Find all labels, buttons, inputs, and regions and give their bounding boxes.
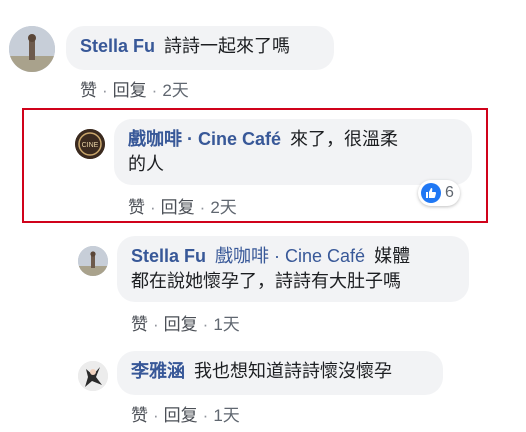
thumbs-up-icon (421, 183, 441, 203)
timestamp[interactable]: 1天 (213, 315, 239, 334)
like-button[interactable]: 赞 (128, 198, 145, 217)
timestamp[interactable]: 2天 (210, 198, 236, 217)
comment-author[interactable]: Stella Fu (131, 246, 206, 266)
timestamp[interactable]: 1天 (213, 406, 239, 425)
reaction-count[interactable]: 6 (418, 180, 460, 206)
comment-text: 詩詩一起來了嗎 (164, 36, 291, 56)
comment-bubble: 戲咖啡 · Cine Café 來了，很溫柔 的人 (114, 119, 472, 185)
reaction-number: 6 (445, 184, 454, 201)
comment-bubble: Stella Fu 詩詩一起來了嗎 (66, 26, 334, 70)
comment-actions: 赞 · 回复 · 1天 (131, 315, 240, 334)
like-button[interactable]: 赞 (80, 81, 97, 100)
timestamp[interactable]: 2天 (162, 81, 188, 100)
reply-button[interactable]: 回复 (164, 406, 198, 425)
avatar-stella-fu[interactable] (9, 26, 55, 72)
comment-author[interactable]: Stella Fu (80, 36, 155, 56)
like-button[interactable]: 赞 (131, 406, 148, 425)
comment-actions: 赞 · 回复 · 1天 (131, 406, 240, 425)
reply-button[interactable]: 回复 (164, 315, 198, 334)
logo-text: CINE (82, 142, 99, 149)
comment-actions: 赞 · 回复 · 2天 (128, 198, 237, 217)
avatar-cine-cafe[interactable]: CINE (75, 129, 105, 159)
mention-link[interactable]: 戲咖啡 · Cine Café (215, 246, 365, 266)
like-button[interactable]: 赞 (131, 315, 148, 334)
comment-bubble: Stella Fu 戲咖啡 · Cine Café 媒體 都在說她懷孕了，詩詩有… (117, 236, 469, 302)
comment-bubble: 李雅涵 我也想知道詩詩懷沒懷孕 (117, 351, 443, 395)
comment-author[interactable]: 李雅涵 (131, 361, 185, 381)
comment-text: 我也想知道詩詩懷沒懷孕 (194, 361, 393, 381)
comment-text-line1: 來了，很溫柔 (290, 129, 399, 149)
comment-text-line2: 都在說她懷孕了，詩詩有大肚子嗎 (131, 271, 401, 291)
comment-text-line1: 媒體 (374, 246, 411, 266)
comment-actions: 赞 · 回复 · 2天 (80, 81, 189, 100)
reply-button[interactable]: 回复 (161, 198, 195, 217)
reply-button[interactable]: 回复 (113, 81, 147, 100)
comment-author[interactable]: 戲咖啡 · Cine Café (128, 129, 281, 149)
avatar-li-yahan[interactable] (78, 361, 108, 391)
comment-text-line2: 的人 (128, 154, 164, 174)
avatar-stella-fu[interactable] (78, 246, 108, 276)
